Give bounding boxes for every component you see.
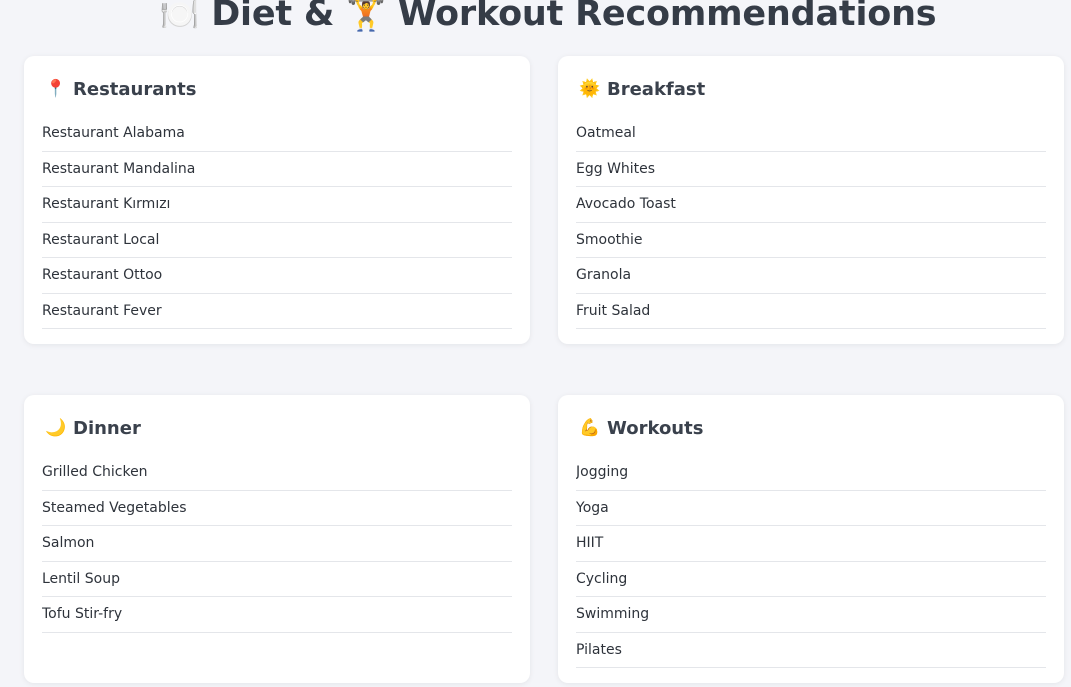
workouts-card: 💪 Workouts Jogging Yoga HIIT Cycling Swimmin… — [558, 395, 1064, 683]
restaurants-title: Restaurants — [73, 78, 197, 100]
breakfast-list-item: Egg Whites — [576, 152, 1046, 187]
breakfast-list-item: Oatmeal — [576, 116, 1046, 152]
restaurants-list-item: Restaurant Alabama — [42, 116, 512, 152]
breakfast-list-item: Granola — [576, 258, 1046, 294]
restaurants-list-item: Restaurant Kırmızı — [42, 187, 512, 223]
dinner-list-item: Tofu Stir-fry — [42, 597, 512, 633]
workouts-list-item: Swimming — [576, 597, 1046, 633]
breakfast-list-item: Avocado Toast — [576, 187, 1046, 223]
moon-icon: 🌙 — [45, 418, 67, 438]
restaurants-card-header: 📍 Restaurants — [42, 74, 512, 104]
breakfast-list-item: Fruit Salad — [576, 294, 1046, 329]
restaurants-card: 📍 Restaurants Restaurant Alabama Restaura… — [24, 56, 530, 344]
workouts-list-item: HIIT — [576, 526, 1046, 562]
restaurants-list-item: Restaurant Ottoo — [42, 258, 512, 294]
workouts-list: Jogging Yoga HIIT Cycling Swimming Pilates — [576, 455, 1046, 668]
dinner-list-item: Grilled Chicken — [42, 455, 512, 491]
flexed-biceps-icon: 💪 — [579, 418, 601, 438]
dinner-title: Dinner — [73, 417, 141, 439]
page-title-text-right: Workout Recommendations — [397, 0, 937, 34]
workouts-list-item: Cycling — [576, 562, 1046, 597]
workouts-list-item: Yoga — [576, 491, 1046, 526]
dinner-list-item: Lentil Soup — [42, 562, 512, 597]
workouts-list-item: Pilates — [576, 633, 1046, 668]
breakfast-list: Oatmeal Egg Whites Avocado Toast Smoothie Gr… — [576, 116, 1046, 329]
dinner-card-header: 🌙 Dinner — [42, 413, 512, 443]
weightlifter-icon: 🏋️ — [346, 0, 386, 33]
restaurants-list: Restaurant Alabama Restaurant Mandalina Re… — [42, 116, 512, 329]
dinner-list-item: Steamed Vegetables — [42, 491, 512, 526]
workouts-card-header: 💪 Workouts — [576, 413, 1046, 443]
sun-icon: 🌞 — [579, 79, 601, 99]
dinner-card: 🌙 Dinner Grilled Chicken Steamed Vegetabl… — [24, 395, 530, 683]
dinner-list-item: Salmon — [42, 526, 512, 562]
breakfast-list-item: Smoothie — [576, 223, 1046, 258]
restaurants-list-item: Restaurant Mandalina — [42, 152, 512, 187]
breakfast-title: Breakfast — [607, 78, 706, 100]
dinner-list: Grilled Chicken Steamed Vegetables Salmon L… — [42, 455, 512, 633]
workouts-list-item: Jogging — [576, 455, 1046, 491]
pin-icon: 📍 — [45, 79, 67, 99]
page-title-text-left: Diet & — [211, 0, 335, 34]
plate-cutlery-icon: 🍽️ — [159, 0, 200, 33]
restaurants-list-item: Restaurant Fever — [42, 294, 512, 329]
breakfast-card: 🌞 Breakfast Oatmeal Egg Whites Avocado Toa… — [558, 56, 1064, 344]
breakfast-card-header: 🌞 Breakfast — [576, 74, 1046, 104]
workouts-title: Workouts — [607, 417, 704, 439]
restaurants-list-item: Restaurant Local — [42, 223, 512, 258]
page-title: 🍽️ Diet & 🏋️ Workout Recommendations — [0, 0, 1071, 34]
